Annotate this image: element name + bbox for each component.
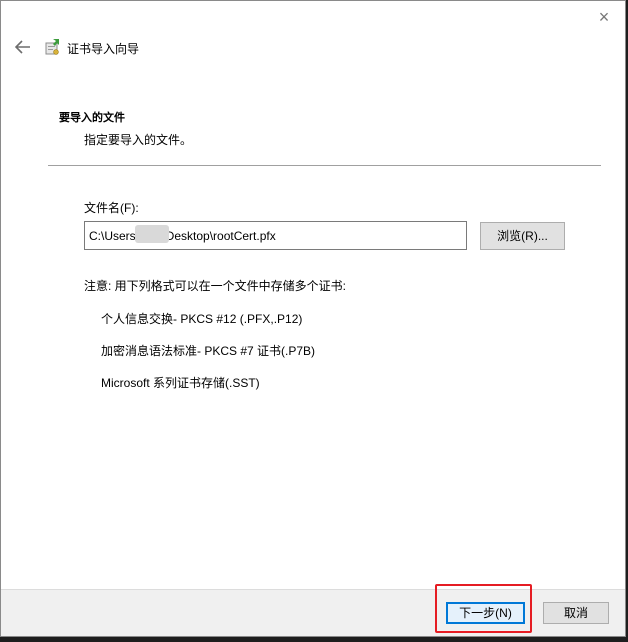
button-footer: [1, 589, 625, 636]
wizard-title: 证书导入向导: [67, 42, 140, 56]
certificate-wizard-icon: [45, 39, 59, 55]
back-arrow-icon: [15, 40, 30, 54]
format-item-p7b: 加密消息语法标准- PKCS #7 证书(.P7B): [101, 344, 316, 358]
header-divider: [48, 165, 601, 166]
file-name-label: 文件名(F):: [84, 201, 139, 215]
close-button[interactable]: ×: [593, 7, 615, 27]
page-subheading: 指定要导入的文件。: [84, 133, 193, 147]
back-button[interactable]: [13, 37, 33, 57]
format-note: 注意: 用下列格式可以在一个文件中存储多个证书:: [84, 279, 347, 293]
page-heading: 要导入的文件: [59, 112, 125, 124]
format-item-pfx: 个人信息交换- PKCS #12 (.PFX,.P12): [101, 312, 303, 326]
close-icon: ×: [598, 7, 610, 27]
next-button[interactable]: 下一步(N): [446, 602, 525, 624]
browse-button[interactable]: 浏览(R)...: [480, 222, 565, 250]
format-item-sst: Microsoft 系列证书存储(.SST): [101, 376, 260, 390]
certificate-import-wizard-window: × 证书导入向导 要导入的文件 指定要导入的文件。 文件名(F): 浏览(R).…: [0, 0, 626, 637]
cancel-button[interactable]: 取消: [543, 602, 609, 624]
redacted-username: [135, 225, 169, 243]
